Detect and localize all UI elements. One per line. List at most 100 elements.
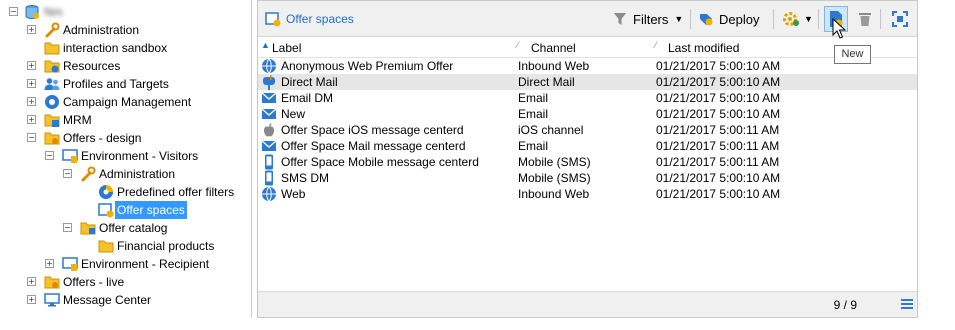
- expand-toggle[interactable]: +: [27, 79, 36, 88]
- cell-label: Offer Space Mobile message centerd: [281, 155, 479, 169]
- collapse-toggle[interactable]: −: [63, 223, 72, 232]
- column-header-row: ▲ Label ⁄ Channel ⁄ Last modified: [258, 38, 917, 58]
- globe-icon: [262, 58, 276, 74]
- maximize-button[interactable]: [892, 7, 908, 31]
- globe-icon: [262, 186, 276, 202]
- cell-channel: Direct Mail: [518, 75, 575, 89]
- table-row[interactable]: Email DM Email 01/21/2017 5:00:10 AM: [258, 90, 917, 106]
- tree-item-label: interaction sandbox: [63, 41, 168, 55]
- toolbar-separator: [690, 9, 691, 29]
- column-header-last-modified[interactable]: Last modified: [668, 41, 739, 55]
- toolbar: Offer spaces Filters ▼ Deploy ▼: [258, 1, 917, 37]
- expand-toggle[interactable]: +: [27, 115, 36, 124]
- actions-menu-button[interactable]: ▼: [782, 7, 813, 31]
- tree-item-label: MRM: [63, 113, 92, 127]
- cell-channel: Mobile (SMS): [518, 155, 591, 169]
- filter-pie-icon: [99, 185, 113, 199]
- table-row[interactable]: Offer Space Mail message centerd Email 0…: [258, 138, 917, 154]
- envelope-icon: [261, 108, 277, 119]
- mrm-icon: [44, 114, 60, 127]
- cell-label: SMS DM: [281, 171, 329, 185]
- list-options-icon[interactable]: [901, 299, 913, 309]
- panel-title-label: Offer spaces: [286, 12, 354, 26]
- wrench-icon: [45, 22, 60, 38]
- cell-channel: Email: [518, 91, 549, 105]
- table-row[interactable]: New Email 01/21/2017 5:00:10 AM: [258, 106, 917, 122]
- tree-item-label: Environment - Recipient: [81, 257, 210, 271]
- cell-label: Offer Space Mail message centerd: [281, 139, 466, 153]
- expand-toggle[interactable]: +: [45, 259, 54, 268]
- resources-icon: [44, 60, 60, 73]
- panel-title: Offer spaces: [265, 7, 354, 31]
- table-row[interactable]: Anonymous Web Premium Offer Inbound Web …: [258, 58, 917, 74]
- profiles-icon: [44, 78, 60, 90]
- cell-label: Email DM: [281, 91, 334, 105]
- mobile-icon: [265, 170, 273, 186]
- delete-button[interactable]: [857, 7, 873, 31]
- tree-root-label: Nm: [44, 5, 63, 19]
- cell-last-modified: 01/21/2017 5:00:10 AM: [656, 59, 781, 73]
- cell-label: Direct Mail: [281, 75, 338, 89]
- chevron-down-icon: ▼: [804, 14, 813, 24]
- navigation-tree[interactable]: − Nm + Administration interaction sandbo…: [0, 0, 252, 318]
- deploy-button[interactable]: Deploy: [698, 7, 759, 31]
- offers-folder-icon: [44, 132, 60, 145]
- table-row[interactable]: Offer Space Mobile message centerd Mobil…: [258, 154, 917, 170]
- folder-icon: [98, 240, 114, 253]
- offer-space-icon: [98, 203, 114, 218]
- mobile-icon: [265, 154, 273, 170]
- gear-icon: [783, 12, 799, 26]
- collapse-toggle[interactable]: −: [45, 151, 54, 160]
- tree-item-label: Message Center: [63, 293, 152, 307]
- campaign-icon: [45, 95, 59, 109]
- table-row[interactable]: Direct Mail Direct Mail 01/21/2017 5:00:…: [258, 74, 917, 90]
- expand-toggle[interactable]: +: [27, 61, 36, 70]
- folder-icon: [44, 42, 60, 55]
- filters-button[interactable]: Filters ▼: [613, 7, 683, 31]
- cell-label: Web: [281, 187, 306, 201]
- status-bar: 9 / 9: [258, 291, 917, 317]
- expand-toggle[interactable]: +: [27, 277, 36, 286]
- tree-item-label: Administration: [63, 23, 140, 37]
- collapse-toggle[interactable]: −: [63, 169, 72, 178]
- table-row[interactable]: SMS DM Mobile (SMS) 01/21/2017 5:00:10 A…: [258, 170, 917, 186]
- expand-toggle[interactable]: +: [27, 97, 36, 106]
- tree-item-label: Profiles and Targets: [63, 77, 169, 91]
- cell-last-modified: 01/21/2017 5:00:10 AM: [656, 91, 781, 105]
- cell-channel: Mobile (SMS): [518, 171, 591, 185]
- wrench-icon: [81, 166, 96, 182]
- envelope-icon: [261, 92, 277, 103]
- column-header-label[interactable]: Label: [272, 41, 301, 55]
- column-header-channel[interactable]: Channel: [531, 41, 576, 55]
- mouse-cursor-icon: [832, 18, 846, 39]
- collapse-toggle[interactable]: −: [9, 7, 18, 16]
- deploy-label: Deploy: [719, 11, 760, 27]
- tree-item-label: Administration: [99, 167, 176, 181]
- cell-channel: Inbound Web: [518, 59, 590, 73]
- cell-last-modified: 01/21/2017 5:00:10 AM: [656, 171, 781, 185]
- maximize-icon: [892, 11, 908, 27]
- expand-toggle[interactable]: +: [27, 295, 36, 304]
- sort-ascending-icon: ▲: [261, 40, 270, 50]
- cell-label: Anonymous Web Premium Offer: [281, 59, 454, 73]
- table-row[interactable]: Offer Space iOS message centerd iOS chan…: [258, 122, 917, 138]
- collapse-toggle[interactable]: −: [27, 133, 36, 142]
- column-separator: ⁄: [517, 40, 519, 50]
- app-window: − Nm + Administration interaction sandbo…: [0, 0, 955, 330]
- expand-toggle[interactable]: +: [27, 25, 36, 34]
- tree-item-label: Offer spaces: [115, 201, 187, 219]
- cell-last-modified: 01/21/2017 5:00:10 AM: [656, 75, 781, 89]
- environment-icon: [62, 257, 78, 271]
- column-separator: ⁄: [655, 40, 657, 50]
- funnel-icon: [614, 13, 626, 25]
- tree-item-label: Financial products: [117, 239, 215, 253]
- offers-folder-icon: [44, 276, 60, 289]
- offer-space-icon: [265, 12, 281, 27]
- cell-channel: Email: [518, 107, 549, 121]
- cell-channel: iOS channel: [518, 123, 584, 137]
- cell-last-modified: 01/21/2017 5:00:11 AM: [656, 139, 780, 153]
- table-row[interactable]: Web Inbound Web 01/21/2017 5:00:10 AM: [258, 186, 917, 202]
- tree-item-label: Resources: [63, 59, 121, 73]
- offer-catalog-icon: [80, 222, 96, 235]
- deploy-icon: [700, 14, 713, 26]
